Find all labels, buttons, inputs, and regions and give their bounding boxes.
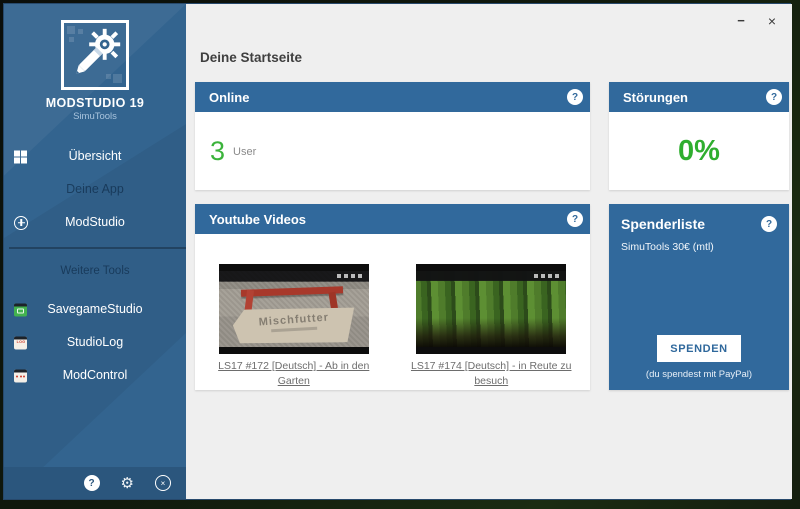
stoerungen-card-body: 0% <box>609 112 789 190</box>
sidebar-divider <box>9 247 186 249</box>
sidebar-item-label: Deine App <box>4 173 186 206</box>
sign-text: Mischfutter <box>258 312 329 329</box>
online-card: Online ? 3 User <box>195 82 590 190</box>
thumbnail-image: Mischfutter <box>219 271 369 347</box>
sidebar-item-savegamestudio[interactable]: SavegameStudio <box>4 293 186 326</box>
sidebar-tools: SavegameStudio LOG StudioLog ModControl <box>4 293 186 392</box>
sidebar-item-label: SavegameStudio <box>4 293 186 326</box>
app-logo: MODSTUDIO 19 SimuTools <box>4 4 186 122</box>
video-link[interactable]: LS17 #172 [Deutsch] - Ab in den Garten <box>208 359 380 388</box>
thumbnail-hud-marks <box>534 274 562 278</box>
sidebar-nav: Übersicht Deine App ModStudio Weitere To… <box>4 140 186 392</box>
sidebar-item-uebersicht[interactable]: Übersicht <box>4 140 186 173</box>
cards-row-bottom: Youtube Videos ? <box>195 204 789 390</box>
sidebar-item-modstudio[interactable]: ModStudio <box>4 206 186 239</box>
video-thumbnail-mischfutter[interactable]: Mischfutter <box>219 264 369 354</box>
mod-control-icon <box>14 369 27 382</box>
sidebar-item-studiolog[interactable]: LOG StudioLog <box>4 326 186 359</box>
red-frame-decoration <box>241 286 343 297</box>
stoerungen-card-header: Störungen ? <box>609 82 789 112</box>
cards-row-top: Online ? 3 User Störungen ? <box>195 82 789 190</box>
thumbnail-image <box>416 271 566 347</box>
sidebar-item-modcontrol[interactable]: ModControl <box>4 359 186 392</box>
stoerungen-percentage: 0% <box>678 135 720 168</box>
video-thumbnail-plants[interactable] <box>416 264 566 354</box>
online-card-header: Online ? <box>195 82 590 112</box>
spenderliste-card: Spenderliste ? SimuTools 30€ (mtl) SPEND… <box>609 204 789 390</box>
app-window: MODSTUDIO 19 SimuTools Übersicht Deine A… <box>3 3 791 500</box>
help-icon[interactable]: ? <box>761 216 777 232</box>
online-user-count: 3 <box>210 138 225 165</box>
savegame-studio-icon <box>14 303 27 316</box>
minimize-button[interactable]: − <box>737 14 745 28</box>
video-item: Mischfutter LS17 #172 [Deutsch] - Ab in … <box>195 264 393 390</box>
sidebar-item-label: StudioLog <box>4 326 186 359</box>
youtube-card-body: Mischfutter LS17 #172 [Deutsch] - Ab in … <box>195 234 590 390</box>
help-icon[interactable]: ? <box>567 89 583 105</box>
circle-plus-icon <box>14 216 28 230</box>
spenden-button[interactable]: SPENDEN <box>657 335 741 362</box>
video-link[interactable]: LS17 #174 [Deutsch] - in Reute zu besuch <box>405 359 577 388</box>
donor-entry: SimuTools 30€ (mtl) <box>621 241 777 253</box>
sidebar-item-label: ModStudio <box>4 206 186 239</box>
online-card-body: 3 User <box>195 112 590 190</box>
help-icon[interactable]: ? <box>567 211 583 227</box>
main-content: − × Deine Startseite Online ? 3 User <box>186 4 792 499</box>
stoerungen-card: Störungen ? 0% <box>609 82 789 190</box>
thumbnail-hud-bar <box>219 271 369 281</box>
close-circle-icon[interactable]: × <box>155 475 171 491</box>
help-icon[interactable]: ? <box>766 89 782 105</box>
sign-subtext-decoration <box>271 327 317 332</box>
spenderliste-card-header: Spenderliste ? <box>621 216 777 232</box>
card-title: Online <box>209 90 249 105</box>
youtube-card-header: Youtube Videos ? <box>195 204 590 234</box>
thumbnail-hud-marks <box>337 274 365 278</box>
sidebar-item-deine-app: Deine App <box>4 173 186 206</box>
sidebar: MODSTUDIO 19 SimuTools Übersicht Deine A… <box>4 4 186 499</box>
sidebar-item-label: ModControl <box>4 359 186 392</box>
sidebar-footer-bar: ? ⚙ × <box>4 467 186 499</box>
gear-pencil-logo-icon <box>61 20 129 90</box>
window-controls: − × <box>737 14 776 28</box>
paypal-note: (du spendest mit PayPal) <box>621 369 777 380</box>
logo-subtitle: SimuTools <box>73 111 117 122</box>
sidebar-item-label: Übersicht <box>4 140 186 173</box>
thumbnail-hud-bar <box>416 271 566 281</box>
page-title: Deine Startseite <box>200 50 792 65</box>
gear-pencil-icon <box>64 23 126 87</box>
card-title: Störungen <box>623 90 688 105</box>
gear-icon[interactable]: ⚙ <box>121 476 134 491</box>
studio-log-icon: LOG <box>14 336 27 349</box>
close-button[interactable]: × <box>768 14 776 28</box>
card-title: Spenderliste <box>621 216 705 232</box>
card-title: Youtube Videos <box>209 212 306 227</box>
online-user-label: User <box>233 146 256 158</box>
help-icon[interactable]: ? <box>84 475 100 491</box>
video-item: LS17 #174 [Deutsch] - in Reute zu besuch <box>393 264 591 390</box>
sign-decoration: Mischfutter <box>232 304 356 348</box>
grid-icon <box>14 150 27 163</box>
logo-title: MODSTUDIO 19 <box>46 96 145 110</box>
youtube-videos-card: Youtube Videos ? <box>195 204 590 390</box>
sidebar-section-label: Weitere Tools <box>4 257 186 285</box>
